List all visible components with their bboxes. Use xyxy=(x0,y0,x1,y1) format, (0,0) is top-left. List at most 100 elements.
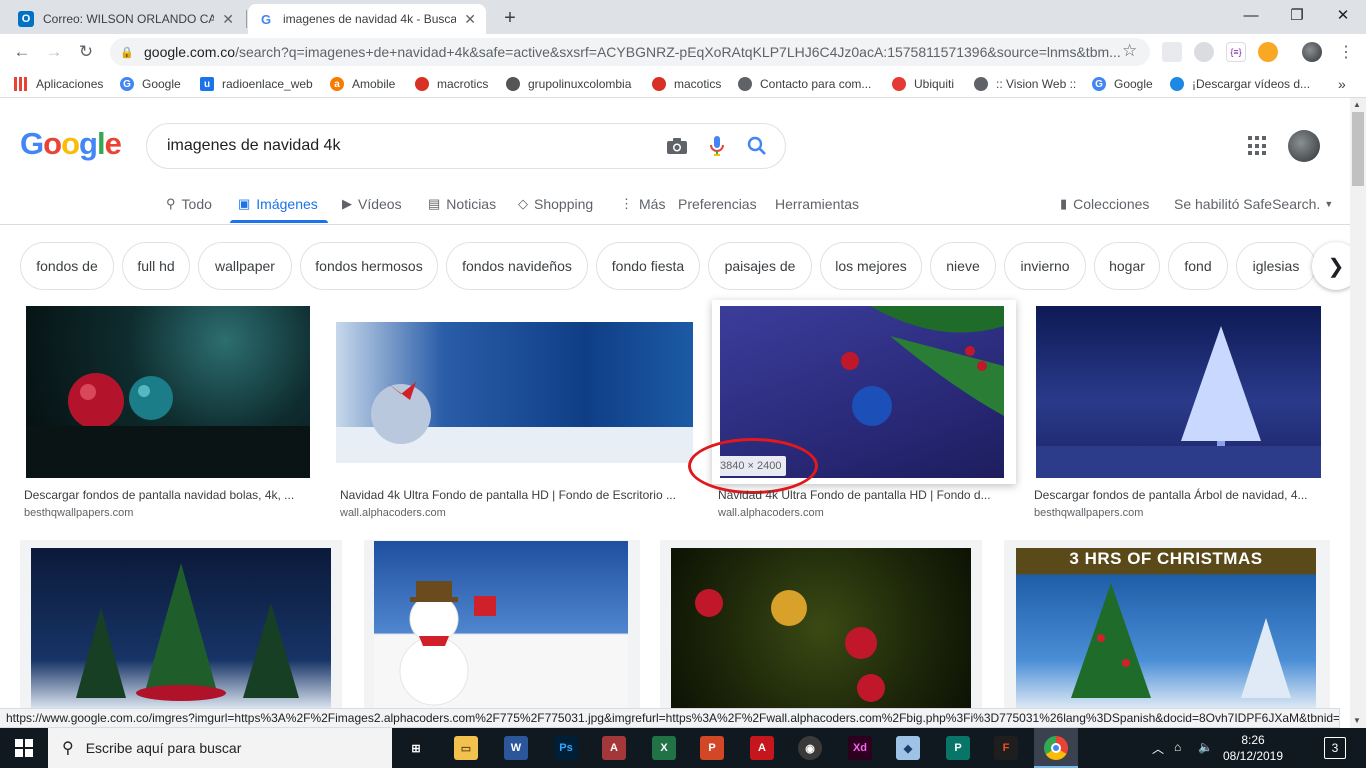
bookmark-item[interactable]: a Amobile xyxy=(330,74,395,94)
tab-google-search[interactable]: G imagenes de navidad 4k - Buscar ✕ xyxy=(248,4,486,34)
result-image[interactable] xyxy=(1036,306,1321,478)
result-source[interactable]: besthqwallpapers.com xyxy=(1034,507,1143,519)
chip[interactable]: paisajes de xyxy=(708,242,812,290)
back-icon[interactable]: ← xyxy=(10,40,34,64)
chip[interactable]: nieve xyxy=(930,242,996,290)
result-title[interactable]: Navidad 4k Ultra Fondo de pantalla HD | … xyxy=(718,488,1004,502)
chip[interactable]: fondos de xyxy=(20,242,114,290)
chip[interactable]: los mejores xyxy=(820,242,922,290)
apps-grid-icon[interactable] xyxy=(1248,136,1268,156)
taskbar-clock[interactable]: 8:26 08/12/2019 xyxy=(1222,730,1284,766)
extension-icon[interactable] xyxy=(1194,42,1214,62)
task-view-icon[interactable]: ⊞ xyxy=(404,736,428,760)
tools-link[interactable]: Herramientas xyxy=(775,194,859,214)
vector-app-icon[interactable]: ◆ xyxy=(896,736,920,760)
search-icon[interactable] xyxy=(744,133,770,159)
result-title[interactable]: Descargar fondos de pantalla navidad bol… xyxy=(24,488,310,502)
result-image[interactable] xyxy=(31,548,331,708)
bookmark-item[interactable]: ¡Descargar vídeos d... xyxy=(1170,74,1310,94)
collections-link[interactable]: ▮ Colecciones xyxy=(1060,194,1149,214)
menu-kebab-icon[interactable]: ⋮ xyxy=(1338,42,1354,62)
google-logo[interactable]: Google xyxy=(20,126,122,162)
tab-videos[interactable]: ▶ Vídeos xyxy=(342,194,402,214)
photoshop-icon[interactable]: Ps xyxy=(554,736,578,760)
bookmark-item[interactable]: Ubiquiti xyxy=(892,74,954,94)
result-source[interactable]: besthqwallpapers.com xyxy=(24,507,133,519)
chip[interactable]: iglesias xyxy=(1236,242,1316,290)
forward-icon[interactable]: → xyxy=(42,40,66,64)
safesearch-menu[interactable]: Se habilitó SafeSearch. ▼ xyxy=(1174,194,1333,214)
bookmark-apps[interactable]: Aplicaciones xyxy=(14,74,103,94)
reload-icon[interactable]: ↻ xyxy=(74,40,98,64)
scroll-up-icon[interactable]: ▲ xyxy=(1353,100,1361,109)
account-avatar[interactable] xyxy=(1288,130,1320,162)
taskbar-search-input[interactable]: ⚲ Escribe aquí para buscar xyxy=(48,728,392,768)
result-image[interactable] xyxy=(671,548,971,708)
bookmark-item[interactable]: G Google xyxy=(1092,74,1153,94)
address-bar[interactable]: 🔒 google.com.co/search?q=imagenes+de+nav… xyxy=(110,38,1150,66)
result-image[interactable] xyxy=(336,322,693,463)
result-title[interactable]: Descargar fondos de pantalla Árbol de na… xyxy=(1034,488,1320,502)
excel-icon[interactable]: X xyxy=(652,736,676,760)
close-icon[interactable]: ✕ xyxy=(464,11,476,28)
chip[interactable]: invierno xyxy=(1004,242,1086,290)
tab-imagenes[interactable]: ▣ Imágenes xyxy=(238,194,318,214)
tab-noticias[interactable]: ▤ Noticias xyxy=(428,194,496,214)
chrome-taskbar-button[interactable] xyxy=(1034,728,1078,768)
bookmark-item[interactable]: :: Vision Web :: xyxy=(974,74,1076,94)
chip[interactable]: fondo fiesta xyxy=(596,242,700,290)
chip[interactable]: fondos navideños xyxy=(446,242,588,290)
network-icon[interactable]: ⌂ xyxy=(1174,740,1181,754)
scroll-down-icon[interactable]: ▼ xyxy=(1353,716,1361,725)
tab-outlook[interactable]: O Correo: WILSON ORLANDO CAPA ✕ xyxy=(8,4,244,34)
bookmark-item[interactable]: macotics xyxy=(652,74,721,94)
bookmark-item[interactable]: Contacto para com... xyxy=(738,74,871,94)
chip[interactable]: wallpaper xyxy=(198,242,292,290)
tab-todo[interactable]: ⚲ Todo xyxy=(166,194,212,214)
access-icon[interactable]: A xyxy=(602,736,626,760)
xbox-icon[interactable]: ◉ xyxy=(798,736,822,760)
camera-icon[interactable] xyxy=(664,133,690,159)
preferences-link[interactable]: Preferencias xyxy=(678,194,757,214)
notifications-icon[interactable]: 3 xyxy=(1324,737,1346,759)
tray-chevron-icon[interactable]: ︿ xyxy=(1152,740,1164,757)
word-icon[interactable]: W xyxy=(504,736,528,760)
figma-icon[interactable]: F xyxy=(994,736,1018,760)
new-tab-button[interactable]: + xyxy=(498,6,522,30)
microphone-icon[interactable] xyxy=(704,133,730,159)
bookmark-item[interactable]: grupolinuxcolombia xyxy=(506,74,631,94)
chip[interactable]: fondos hermosos xyxy=(300,242,438,290)
result-source[interactable]: wall.alphacoders.com xyxy=(718,507,824,519)
scrollbar-thumb[interactable] xyxy=(1352,112,1364,186)
result-title[interactable]: Navidad 4k Ultra Fondo de pantalla HD | … xyxy=(340,488,692,502)
profile-avatar[interactable] xyxy=(1302,42,1322,62)
file-explorer-icon[interactable]: ▭ xyxy=(454,736,478,760)
acrobat-icon[interactable]: A xyxy=(750,736,774,760)
bookmark-star-icon[interactable]: ☆ xyxy=(1122,41,1137,61)
scrollbar[interactable] xyxy=(1350,98,1366,730)
windows-start-icon[interactable] xyxy=(0,728,48,768)
json-extension-icon[interactable]: {≡} xyxy=(1226,42,1246,62)
result-image[interactable]: 3 HRS OF CHRISTMAS xyxy=(1016,548,1316,708)
bookmarks-more-button[interactable]: » xyxy=(1338,74,1346,94)
powerpoint-icon[interactable]: P xyxy=(700,736,724,760)
bookmark-item[interactable]: macrotics xyxy=(415,74,488,94)
close-window-button[interactable]: ✕ xyxy=(1320,0,1366,30)
search-input[interactable]: imagenes de navidad 4k xyxy=(146,123,786,169)
result-image[interactable] xyxy=(26,306,310,478)
tab-shopping[interactable]: ◇ Shopping xyxy=(518,194,593,214)
extension-icon[interactable] xyxy=(1258,42,1278,62)
restore-button[interactable]: ❐ xyxy=(1274,0,1320,30)
adobe-xd-icon[interactable]: Xd xyxy=(848,736,872,760)
chip[interactable]: full hd xyxy=(122,242,190,290)
tab-mas[interactable]: ⋮ Más xyxy=(620,194,665,214)
chip[interactable]: fond xyxy=(1168,242,1228,290)
result-source[interactable]: wall.alphacoders.com xyxy=(340,507,446,519)
bookmark-item[interactable]: G Google xyxy=(120,74,181,94)
bookmark-item[interactable]: u radioenlace_web xyxy=(200,74,313,94)
close-icon[interactable]: ✕ xyxy=(222,11,234,28)
extension-icon[interactable] xyxy=(1162,42,1182,62)
publisher-icon[interactable]: P xyxy=(946,736,970,760)
result-image[interactable] xyxy=(374,541,628,708)
minimize-button[interactable]: — xyxy=(1228,0,1274,30)
